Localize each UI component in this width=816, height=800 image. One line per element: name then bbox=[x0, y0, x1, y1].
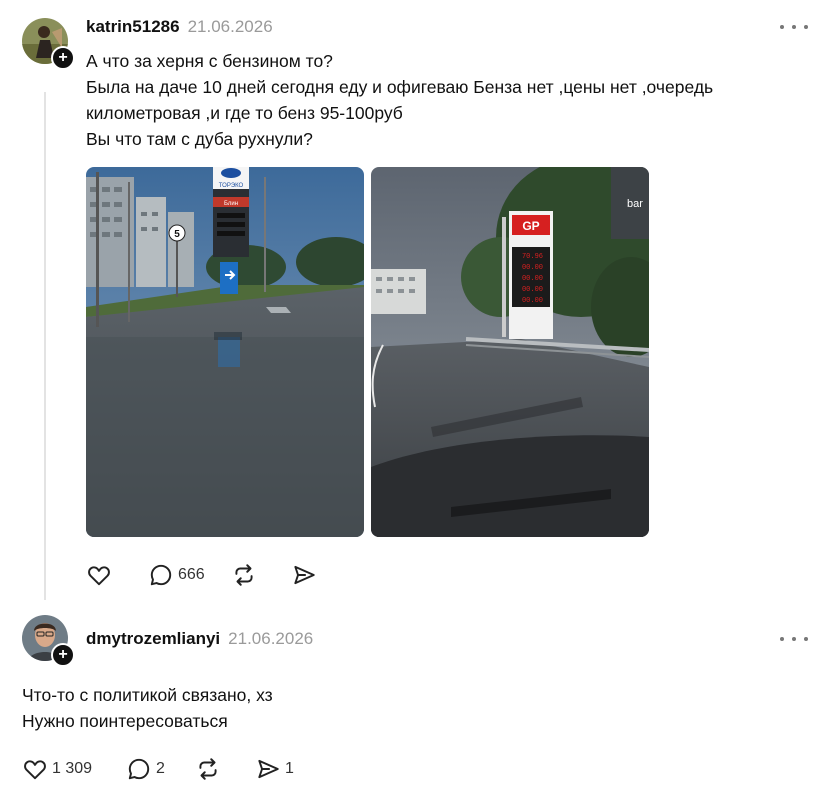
reply-button[interactable]: 2 bbox=[126, 756, 165, 782]
post-date[interactable]: 21.06.2026 bbox=[188, 17, 273, 37]
thread-line bbox=[44, 92, 46, 600]
share-icon bbox=[291, 562, 317, 588]
station-brand-text: ТОРЭКО bbox=[219, 183, 244, 189]
post-date[interactable]: 21.06.2026 bbox=[228, 629, 313, 649]
repost-icon bbox=[231, 562, 257, 588]
station-sign-row: Блин bbox=[224, 201, 238, 207]
repost-icon bbox=[195, 756, 221, 782]
share-button[interactable] bbox=[291, 562, 321, 588]
post-line: Была на даче 10 дней сегодня еду и офиге… bbox=[86, 77, 714, 97]
follow-plus-icon[interactable]: + bbox=[51, 46, 75, 70]
post-header: dmytrozemlianyi 21.06.2026 bbox=[86, 629, 313, 649]
price-value: 00.00 bbox=[522, 275, 543, 283]
post-body: А что за херня с бензином то? Была на да… bbox=[86, 48, 713, 152]
reply-icon bbox=[148, 562, 174, 588]
post-body: Что-то с политикой связано, хз Нужно пои… bbox=[22, 682, 273, 734]
repost-button[interactable] bbox=[195, 756, 225, 782]
price-value: 00.00 bbox=[522, 264, 543, 272]
share-icon bbox=[255, 756, 281, 782]
banner-text: bar bbox=[627, 198, 643, 210]
post-photo[interactable]: 5 ТОРЭКО Блин bbox=[86, 167, 364, 537]
share-count: 1 bbox=[284, 760, 294, 777]
heart-icon bbox=[86, 562, 112, 588]
reply-button[interactable]: 666 bbox=[148, 562, 205, 588]
follow-plus-icon[interactable]: + bbox=[51, 643, 75, 667]
post-actions: 666 bbox=[86, 562, 321, 588]
reply-icon bbox=[126, 756, 152, 782]
like-button[interactable]: 1 309 bbox=[22, 756, 92, 782]
share-button[interactable]: 1 bbox=[255, 756, 294, 782]
more-icon[interactable] bbox=[780, 634, 808, 644]
post-line: километровая ,и где то бенз 95-100руб bbox=[86, 103, 403, 123]
price-value: 00.00 bbox=[522, 286, 543, 294]
repost-button[interactable] bbox=[231, 562, 261, 588]
post-header: katrin51286 21.06.2026 bbox=[86, 17, 273, 37]
reply-count: 666 bbox=[178, 566, 205, 583]
post-line: Нужно поинтересоваться bbox=[22, 711, 228, 731]
post-line: Что-то с политикой связано, хз bbox=[22, 685, 273, 705]
price-value: 00.00 bbox=[522, 297, 543, 305]
reply-count: 2 bbox=[156, 760, 165, 777]
post-actions: 1 309 2 1 bbox=[22, 756, 294, 782]
speed-sign-text: 5 bbox=[174, 229, 180, 240]
post-photo[interactable]: GP 70.96 00.00 00.00 00.00 00.00 bar bbox=[371, 167, 649, 537]
post-line: Вы что там с дуба рухнули? bbox=[86, 129, 313, 149]
heart-icon bbox=[22, 756, 48, 782]
price-value: 70.96 bbox=[522, 253, 543, 261]
station-brand-text: GP bbox=[522, 219, 539, 233]
username[interactable]: katrin51286 bbox=[86, 17, 180, 37]
like-button[interactable] bbox=[86, 562, 116, 588]
more-icon[interactable] bbox=[780, 22, 808, 32]
like-count: 1 309 bbox=[52, 760, 93, 777]
post-line: А что за херня с бензином то? bbox=[86, 51, 333, 71]
username[interactable]: dmytrozemlianyi bbox=[86, 629, 220, 649]
